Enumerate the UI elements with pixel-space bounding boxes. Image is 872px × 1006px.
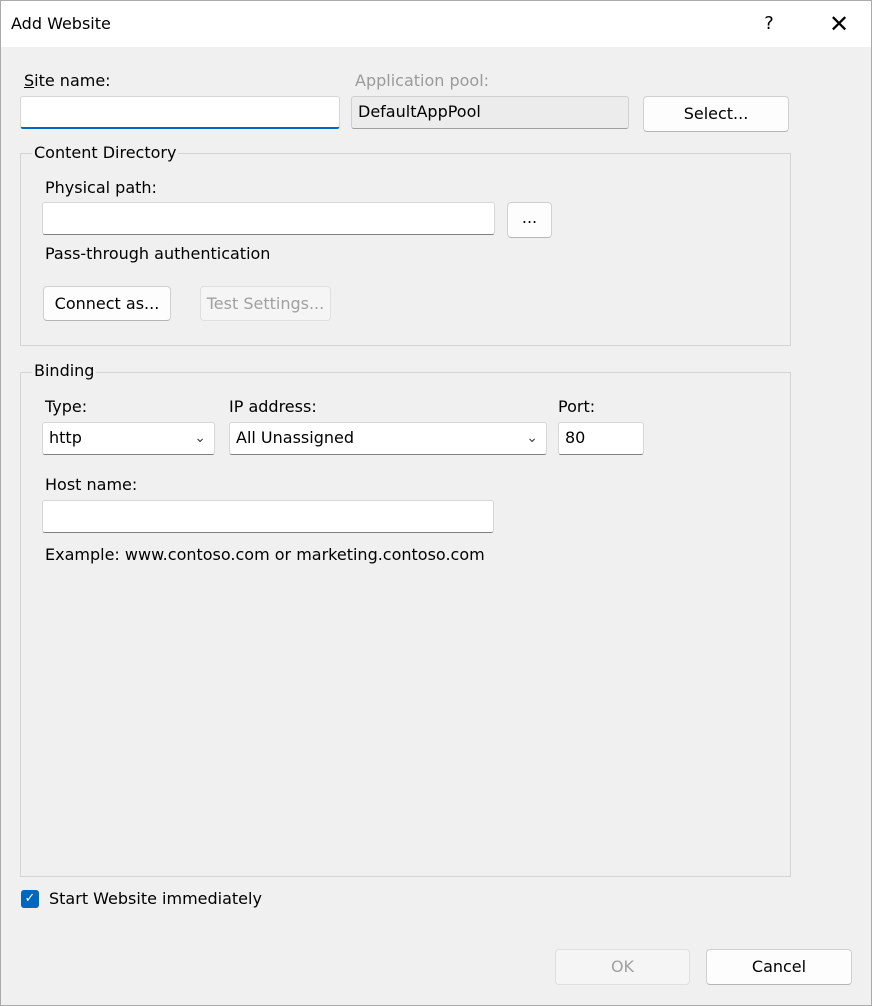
start-immediately-checkbox[interactable]: ✓ xyxy=(21,890,39,908)
host-name-input[interactable] xyxy=(42,500,494,533)
pass-through-label: Pass-through authentication xyxy=(45,244,271,263)
type-label: Type: xyxy=(45,397,88,416)
title-bar: Add Website ? ✕ xyxy=(1,1,871,47)
content-directory-title: Content Directory xyxy=(32,143,179,162)
binding-title: Binding xyxy=(32,361,97,380)
chevron-down-icon: ⌄ xyxy=(526,430,538,446)
browse-button[interactable]: ... xyxy=(507,202,552,238)
start-immediately-label[interactable]: Start Website immediately xyxy=(49,889,262,908)
site-name-input[interactable] xyxy=(20,96,340,129)
app-pool-field: DefaultAppPool xyxy=(351,96,629,129)
host-example-text: Example: www.contoso.com or marketing.co… xyxy=(45,545,485,564)
ok-button: OK xyxy=(555,949,690,985)
type-value: http xyxy=(49,428,82,447)
host-name-label: Host name: xyxy=(45,475,138,494)
site-name-label-text: ite name: xyxy=(34,71,111,90)
help-icon[interactable]: ? xyxy=(753,9,785,39)
port-label: Port: xyxy=(558,397,596,416)
app-pool-label: Application pool: xyxy=(355,71,490,90)
physical-path-input[interactable] xyxy=(42,202,495,235)
ip-address-label: IP address: xyxy=(229,397,317,416)
chevron-down-icon: ⌄ xyxy=(194,430,206,446)
type-select[interactable]: http ⌄ xyxy=(42,422,215,455)
close-icon[interactable]: ✕ xyxy=(821,7,857,41)
select-app-pool-button[interactable]: Select... xyxy=(643,96,789,132)
add-website-dialog: Add Website ? ✕ Site name: Application p… xyxy=(0,0,872,1006)
physical-path-label: Physical path: xyxy=(45,178,157,197)
connect-as-button[interactable]: Connect as... xyxy=(43,286,171,321)
ip-address-select[interactable]: All Unassigned ⌄ xyxy=(229,422,547,455)
site-name-label: Site name: xyxy=(24,71,111,90)
port-input[interactable]: 80 xyxy=(558,422,644,455)
test-settings-button: Test Settings... xyxy=(200,286,331,321)
cancel-button[interactable]: Cancel xyxy=(706,949,852,985)
dialog-title: Add Website xyxy=(11,14,111,33)
ip-address-value: All Unassigned xyxy=(236,428,354,447)
